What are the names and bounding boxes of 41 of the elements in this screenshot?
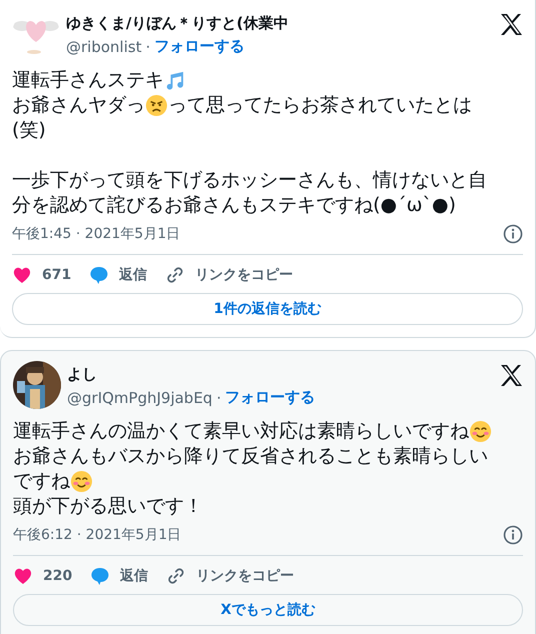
info-icon[interactable] — [503, 224, 523, 244]
timestamp: 午後6:12 · 2021年5月1日 — [13, 526, 182, 544]
tweet-text: ですね — [13, 469, 70, 494]
separator-dot: · — [216, 388, 222, 406]
speech-bubble-icon[interactable] — [89, 265, 110, 285]
info-icon[interactable] — [503, 525, 523, 545]
user-handle: @ribonlist — [66, 38, 142, 56]
follow-link[interactable]: フォローする — [154, 37, 244, 56]
heart-icon[interactable] — [12, 265, 32, 285]
tweet-text: って思ってたらお茶されていたとは — [168, 93, 472, 118]
copy-link[interactable]: リンクをコピー — [195, 266, 294, 284]
copy-link[interactable]: リンクをコピー — [196, 567, 294, 585]
x-logo-icon[interactable] — [499, 12, 523, 36]
like-count: 671 — [42, 267, 72, 283]
smiling-face-icon — [469, 420, 492, 443]
user-handle: @grIQmPghJ9jabEq — [67, 388, 212, 406]
speech-bubble-icon[interactable] — [90, 566, 110, 586]
user-name: よし — [67, 365, 98, 384]
follow-link[interactable]: フォローする — [225, 388, 316, 407]
timestamp: 午後1:45 · 2021年5月1日 — [12, 225, 180, 243]
link-icon[interactable] — [165, 265, 186, 285]
smiling-face-icon — [70, 470, 93, 493]
heart-icon[interactable] — [13, 566, 33, 586]
link-icon[interactable] — [166, 566, 186, 586]
tweet-text: 頭が下がる思いです！ — [13, 494, 203, 519]
tweet-text: (笑) — [12, 118, 46, 143]
x-logo-icon[interactable] — [499, 363, 523, 387]
like-count: 220 — [43, 568, 72, 584]
tweet-text: 運転手さんの温かくて素早い対応は素晴らしいですね — [13, 419, 469, 444]
tweet-text: 一歩下がって頭を下げるホッシーさんも、情けないと自 — [12, 168, 487, 193]
tweet-text: 分を認めて詫びるお爺さんもステキですね(●´ω`●) — [12, 193, 456, 218]
tweet-text: 運転手さんステキ — [12, 68, 164, 93]
reply-link[interactable]: 返信 — [120, 567, 148, 585]
read-more-button[interactable]: Xでもっと読む — [13, 594, 523, 626]
read-more-button[interactable]: 1件の返信を読む — [12, 293, 523, 325]
user-name: ゆきくま/りぼん＊りすと(休業中 — [66, 14, 290, 33]
reply-link[interactable]: 返信 — [119, 266, 148, 284]
tweet-text: お爺さんヤダっ — [12, 93, 145, 118]
separator-dot: · — [146, 38, 150, 56]
tweet-text: お爺さんもバスから降りて反省されることも素晴らしい — [13, 444, 488, 469]
angry-face-icon — [145, 94, 168, 117]
